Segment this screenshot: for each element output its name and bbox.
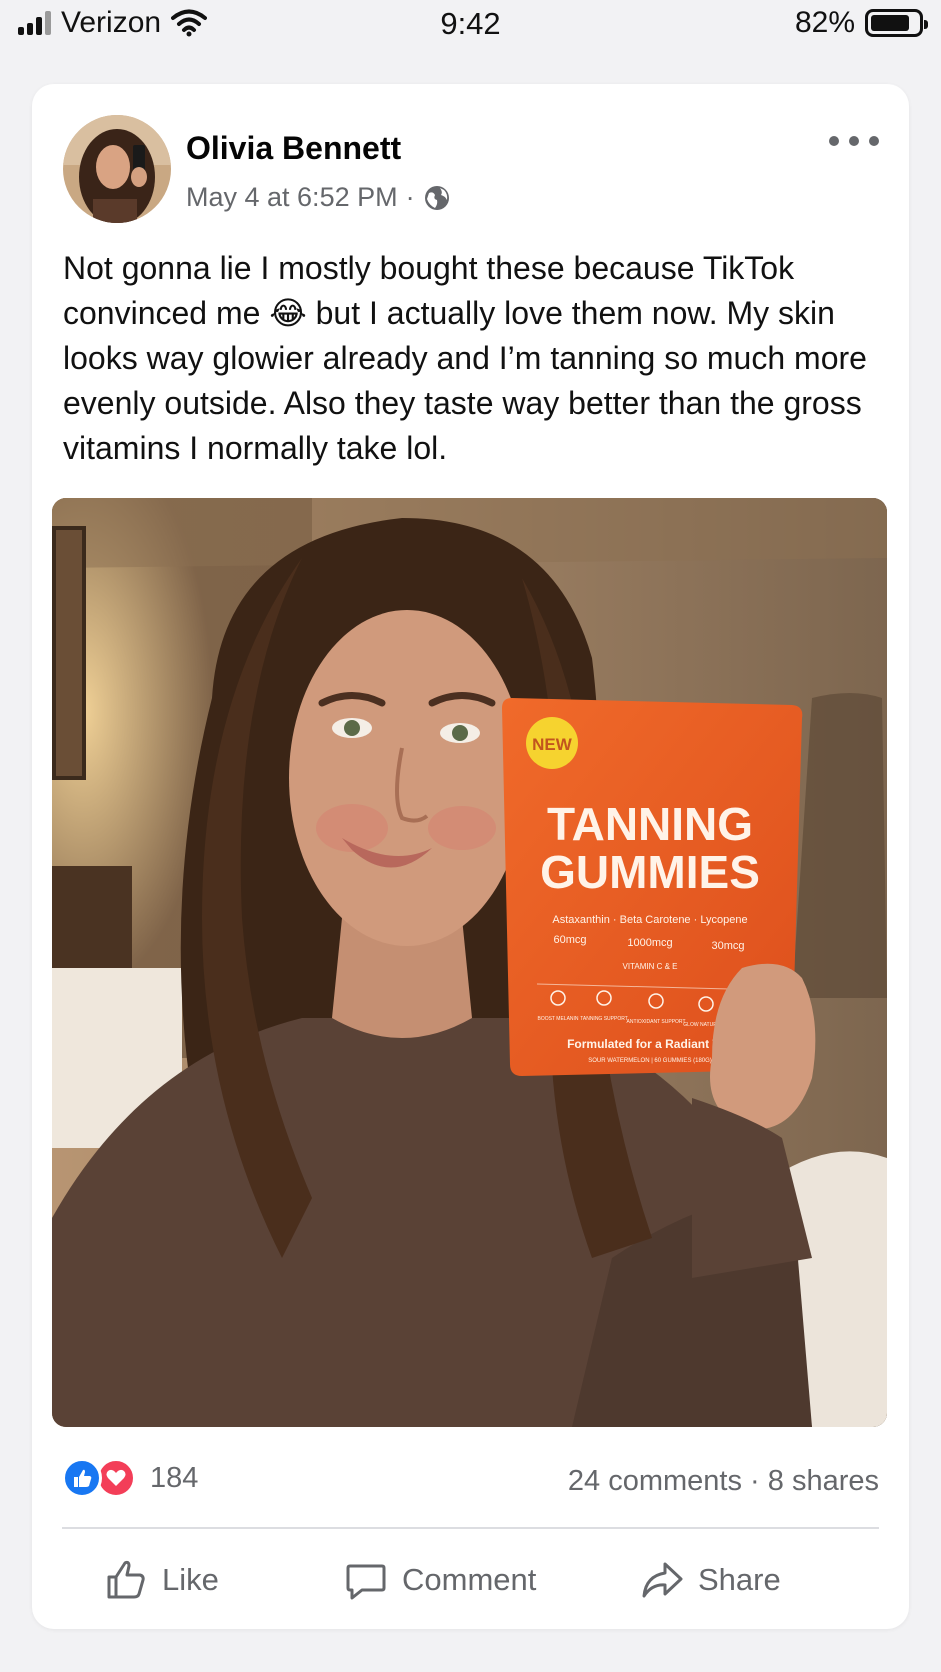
dot-icon [869,136,879,146]
meta-separator: · [405,182,415,212]
comment-button[interactable]: Comment [344,1542,536,1618]
dot-icon [849,136,859,146]
like-label: Like [162,1562,219,1597]
comment-label: Comment [402,1562,537,1597]
like-button[interactable]: Like [104,1542,219,1618]
thumbs-up-icon [107,1560,145,1599]
share-button[interactable]: Share [640,1542,781,1618]
globe-icon [424,185,449,210]
product-dose-2: 1000mcg [627,937,672,949]
post-text: Not gonna lie I mostly bought these beca… [63,250,867,466]
post-meta: May 4 at 6:52 PM · [186,182,451,213]
like-icon [62,1458,102,1498]
engagement-separator: · [750,1465,760,1497]
avatar[interactable] [63,115,171,223]
love-icon [96,1458,136,1498]
comments-count[interactable]: 24 comments [568,1465,742,1497]
product-vitamins: VITAMIN C & E [623,962,678,971]
more-options-button[interactable] [829,126,879,156]
author-name[interactable]: Olivia Bennett [186,130,401,167]
product-tagline: Formulated for a Radiant Tan [567,1037,733,1051]
post-timestamp[interactable]: May 4 at 6:52 PM [186,182,398,213]
share-icon [642,1562,683,1598]
product-badge: NEW [532,735,573,754]
product-benefit-2: TANNING SUPPORT [580,1016,628,1022]
avatar-image [63,115,171,223]
shares-count[interactable]: 8 shares [768,1465,879,1497]
product-benefit-1: BOOST MELANIN [537,1016,578,1022]
comment-icon [346,1564,386,1600]
action-bar: Like Comment Share [32,1542,909,1618]
product-title-line1: TANNING [547,798,753,850]
divider [62,1527,879,1529]
battery-percent: 82% [794,6,855,39]
engagement-counts: 24 comments · 8 shares [568,1465,879,1498]
battery-fill [871,15,909,31]
product-dose-3: 30mcg [711,940,744,952]
product-footer: SOUR WATERMELON | 60 GUMMIES (180G) [588,1058,712,1064]
post-card: Olivia Bennett May 4 at 6:52 PM · Not go… [32,84,909,1629]
status-bar: Verizon 9:42 82% [0,0,941,50]
status-right: 82% [794,6,928,40]
photo-illustration: NEW TANNING GUMMIES Astaxanthin · Beta C… [52,498,887,1427]
dot-icon [829,136,839,146]
product-benefit-3: ANTIOXIDANT SUPPORT [627,1019,686,1025]
product-ingredients: Astaxanthin · Beta Carotene · Lycopene [552,914,747,926]
product-title-line2: GUMMIES [540,846,760,898]
post-photo[interactable]: NEW TANNING GUMMIES Astaxanthin · Beta C… [52,498,887,1427]
reactions-summary[interactable]: 184 [62,1458,198,1498]
reaction-count: 184 [150,1461,199,1494]
battery-icon [865,9,928,37]
product-dose-1: 60mcg [553,934,586,946]
share-label: Share [698,1562,781,1597]
